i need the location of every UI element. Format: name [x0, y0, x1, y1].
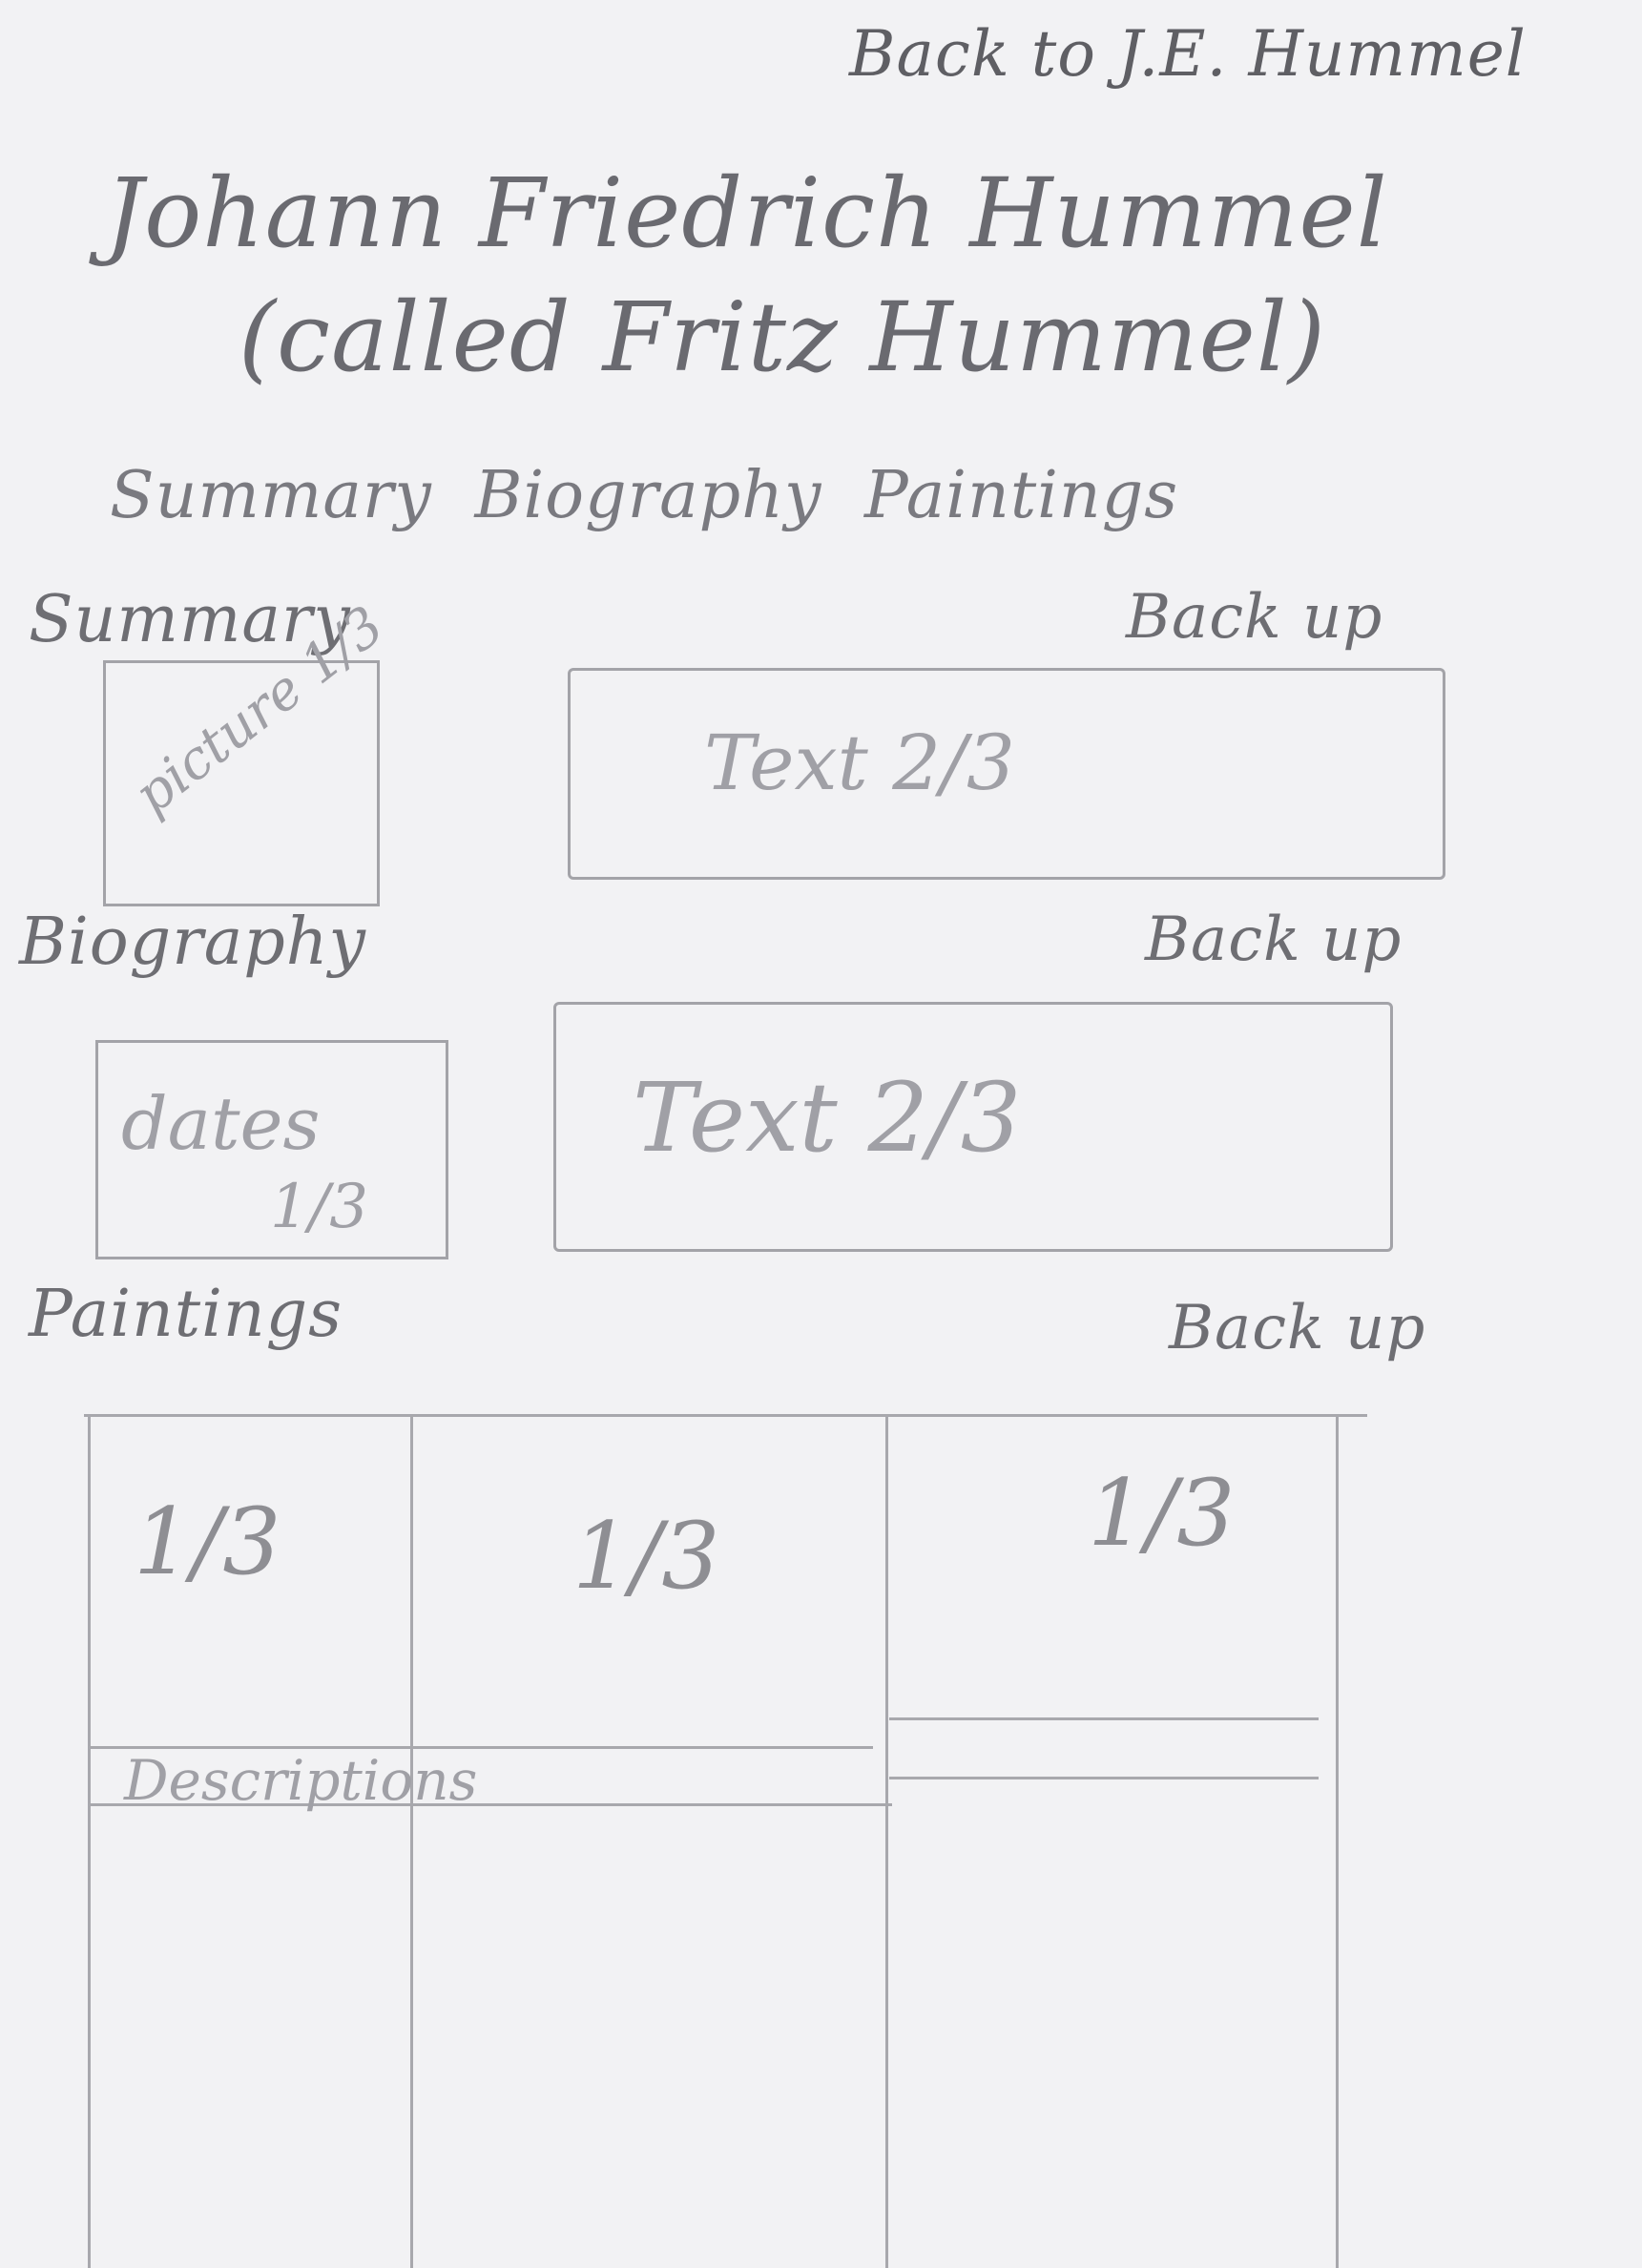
- grid-column-divider: [885, 1417, 888, 2268]
- descriptions-label: Descriptions: [124, 1748, 478, 1813]
- section-nav: Summary Biography Paintings: [110, 458, 1199, 533]
- paintings-back-up-link[interactable]: Back up: [1169, 1293, 1425, 1363]
- grid-column-divider: [1336, 1417, 1339, 2268]
- nav-item-summary[interactable]: Summary: [110, 458, 432, 533]
- back-to-je-hummel-link[interactable]: Back to J.E. Hummel: [849, 17, 1527, 91]
- nav-item-paintings[interactable]: Paintings: [864, 458, 1178, 533]
- summary-back-up-link[interactable]: Back up: [1126, 582, 1382, 653]
- summary-text-placeholder: Text 2/3: [568, 668, 1445, 880]
- painting-column-2-size: 1/3: [572, 1503, 720, 1610]
- dates-fraction: 1/3: [270, 1172, 368, 1242]
- description-row-top: [889, 1717, 1319, 1720]
- biography-dates-placeholder: dates 1/3: [95, 1040, 448, 1259]
- summary-text-label: Text 2/3: [704, 718, 1015, 807]
- page-title: Johann Friedrich Hummel: [105, 157, 1388, 269]
- summary-picture-placeholder: picture 1/3: [103, 594, 396, 906]
- biography-text-placeholder: Text 2/3: [553, 1002, 1393, 1252]
- painting-column-3-size: 1/3: [1088, 1460, 1236, 1567]
- grid-top-border: [84, 1414, 1367, 1417]
- biography-back-up-link[interactable]: Back up: [1145, 905, 1402, 975]
- nav-item-biography[interactable]: Biography: [474, 458, 821, 533]
- painting-column-1-size: 1/3: [134, 1488, 281, 1595]
- biography-heading: Biography: [19, 905, 366, 980]
- grid-column-divider: [88, 1417, 91, 2268]
- paintings-heading: Paintings: [29, 1277, 343, 1352]
- description-row-bottom: [889, 1777, 1319, 1779]
- dates-label: dates: [121, 1081, 321, 1166]
- page-subtitle: (called Fritz Hummel): [239, 281, 1326, 393]
- grid-column-divider: [410, 1417, 413, 2268]
- biography-text-label: Text 2/3: [633, 1062, 1022, 1174]
